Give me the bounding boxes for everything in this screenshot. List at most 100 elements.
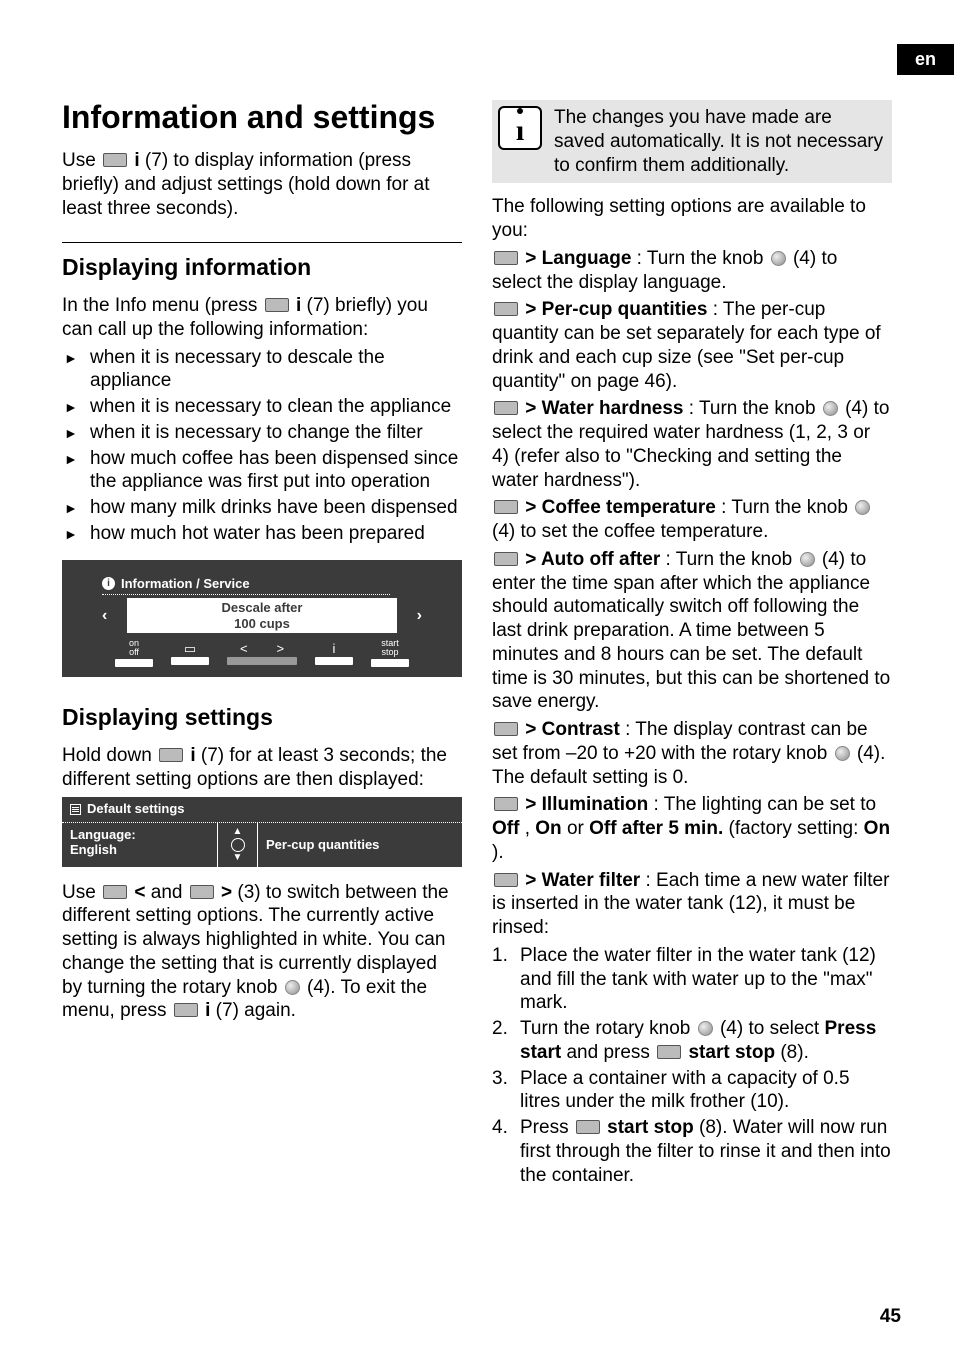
option-label: > Water filter [525, 870, 640, 891]
settings-lead: Hold down i (7) for at least 3 seconds; … [62, 744, 462, 792]
text: Language: [70, 827, 209, 843]
option-label: > Coffee temperature [525, 497, 716, 518]
right-arrow-icon: › [417, 606, 422, 626]
button-icon [494, 251, 518, 265]
keycap [115, 659, 153, 667]
text: Descale after [131, 600, 392, 616]
option-label: > Contrast [525, 719, 620, 740]
text: stop [381, 648, 398, 657]
text: (4) to select [720, 1018, 825, 1039]
value: start stop [688, 1042, 775, 1063]
text: English [70, 842, 209, 858]
text: i [205, 1000, 210, 1021]
settings-language-cell: Language: English [62, 823, 218, 867]
value: On [864, 818, 890, 839]
language-tab: en [897, 44, 954, 75]
list-item: when it is necessary to clean the applia… [62, 395, 462, 419]
text: ). [492, 842, 504, 863]
page-title: Information and settings [62, 100, 462, 135]
knob-icon [855, 500, 870, 515]
knob-icon [835, 746, 850, 761]
button-icon [494, 797, 518, 811]
key-info: i [315, 642, 353, 665]
list-item: when it is necessary to change the filte… [62, 421, 462, 445]
text: i [296, 295, 301, 316]
nav-icons: < > [240, 642, 284, 655]
content-columns: Information and settings Use i (7) to di… [62, 100, 892, 1191]
option-water-hardness: > Water hardness : Turn the knob (4) to … [492, 397, 892, 492]
text: : Turn the knob [637, 248, 769, 269]
text: , [525, 818, 536, 839]
rotary-icon [231, 838, 245, 852]
text: < [134, 882, 145, 903]
value: start stop [607, 1117, 694, 1138]
text: Default settings [87, 801, 185, 817]
list-item: 3. Place a container with a capacity of … [492, 1067, 892, 1115]
value: Off [492, 818, 519, 839]
settings-knob-cell: ▲ ▼ [218, 823, 258, 867]
option-coffee-temperature: > Coffee temperature : Turn the knob (4)… [492, 496, 892, 544]
text: (factory setting: [729, 818, 864, 839]
key-cup: ▭ [171, 642, 209, 665]
option-per-cup: > Per-cup quantities : The per-cup quant… [492, 298, 892, 393]
text: 100 cups [131, 616, 392, 632]
button-icon [103, 153, 127, 167]
keycap [171, 657, 209, 665]
button-icon [494, 722, 518, 736]
right-column: ı The changes you have made are saved au… [492, 100, 892, 1191]
display-panel-settings: Default settings Language: English ▲ ▼ P… [62, 797, 462, 866]
text: Turn the rotary knob [520, 1018, 696, 1039]
text: (7) again. [216, 1000, 296, 1021]
step-number: 2. [492, 1017, 508, 1041]
list-item: how much coffee has been dispensed since… [62, 447, 462, 495]
divider [62, 242, 462, 243]
display-title: Information / Service [121, 576, 250, 592]
button-icon [494, 552, 518, 566]
step-number: 3. [492, 1067, 508, 1091]
knob-icon [698, 1021, 713, 1036]
button-icon [494, 500, 518, 514]
option-label: > Water hardness [525, 398, 683, 419]
text: and press [566, 1042, 655, 1063]
button-icon [494, 873, 518, 887]
text: Hold down [62, 745, 157, 766]
info-callout: ı The changes you have made are saved au… [492, 100, 892, 183]
text: (8). [780, 1042, 809, 1063]
display-header: i Information / Service [102, 576, 390, 595]
text: Per-cup quantities [266, 837, 379, 853]
text: > [221, 882, 232, 903]
i-icon: i [333, 642, 336, 655]
water-filter-steps: 1. Place the water filter in the water t… [492, 944, 892, 1188]
option-illumination: > Illumination : The lighting can be set… [492, 793, 892, 864]
cup-icon: ▭ [184, 642, 196, 655]
after-settings-paragraph: Use < and > (3) to switch between the di… [62, 881, 462, 1024]
key-nav: < > [227, 642, 297, 665]
list-item: when it is necessary to descale the appl… [62, 346, 462, 394]
text: Place the water filter in the water tank… [520, 945, 876, 1014]
text: (4) to set the coffee temperature. [492, 521, 768, 542]
option-label: > Auto off after [525, 549, 660, 570]
down-arrow-icon: ▼ [233, 853, 243, 863]
option-language: > Language : Turn the knob (4) to select… [492, 247, 892, 295]
button-icon [174, 1003, 198, 1017]
option-label: > Language [525, 248, 631, 269]
list-item: how many milk drinks have been dispensed [62, 496, 462, 520]
text: : Turn the knob [689, 398, 821, 419]
text: i [134, 150, 139, 171]
display-message-row: ‹ Descale after 100 cups › [102, 598, 422, 633]
option-water-filter: > Water filter : Each time a new water f… [492, 869, 892, 940]
callout-text: The changes you have made are saved auto… [554, 106, 884, 177]
step-number: 4. [492, 1116, 508, 1140]
text: i [190, 745, 195, 766]
key-startstop: startstop [371, 639, 409, 667]
up-arrow-icon: ▲ [233, 827, 243, 837]
option-label: > Illumination [525, 794, 648, 815]
value: Off after 5 min. [589, 818, 723, 839]
option-auto-off: > Auto off after : Turn the knob (4) to … [492, 548, 892, 714]
subheading-displaying-settings: Displaying settings [62, 703, 462, 732]
value: On [535, 818, 561, 839]
subheading-displaying-information: Displaying information [62, 253, 462, 282]
left-arrow-icon: ‹ [102, 606, 107, 626]
page-number: 45 [880, 1305, 901, 1329]
settings-body: Language: English ▲ ▼ Per-cup quantities [62, 823, 462, 867]
